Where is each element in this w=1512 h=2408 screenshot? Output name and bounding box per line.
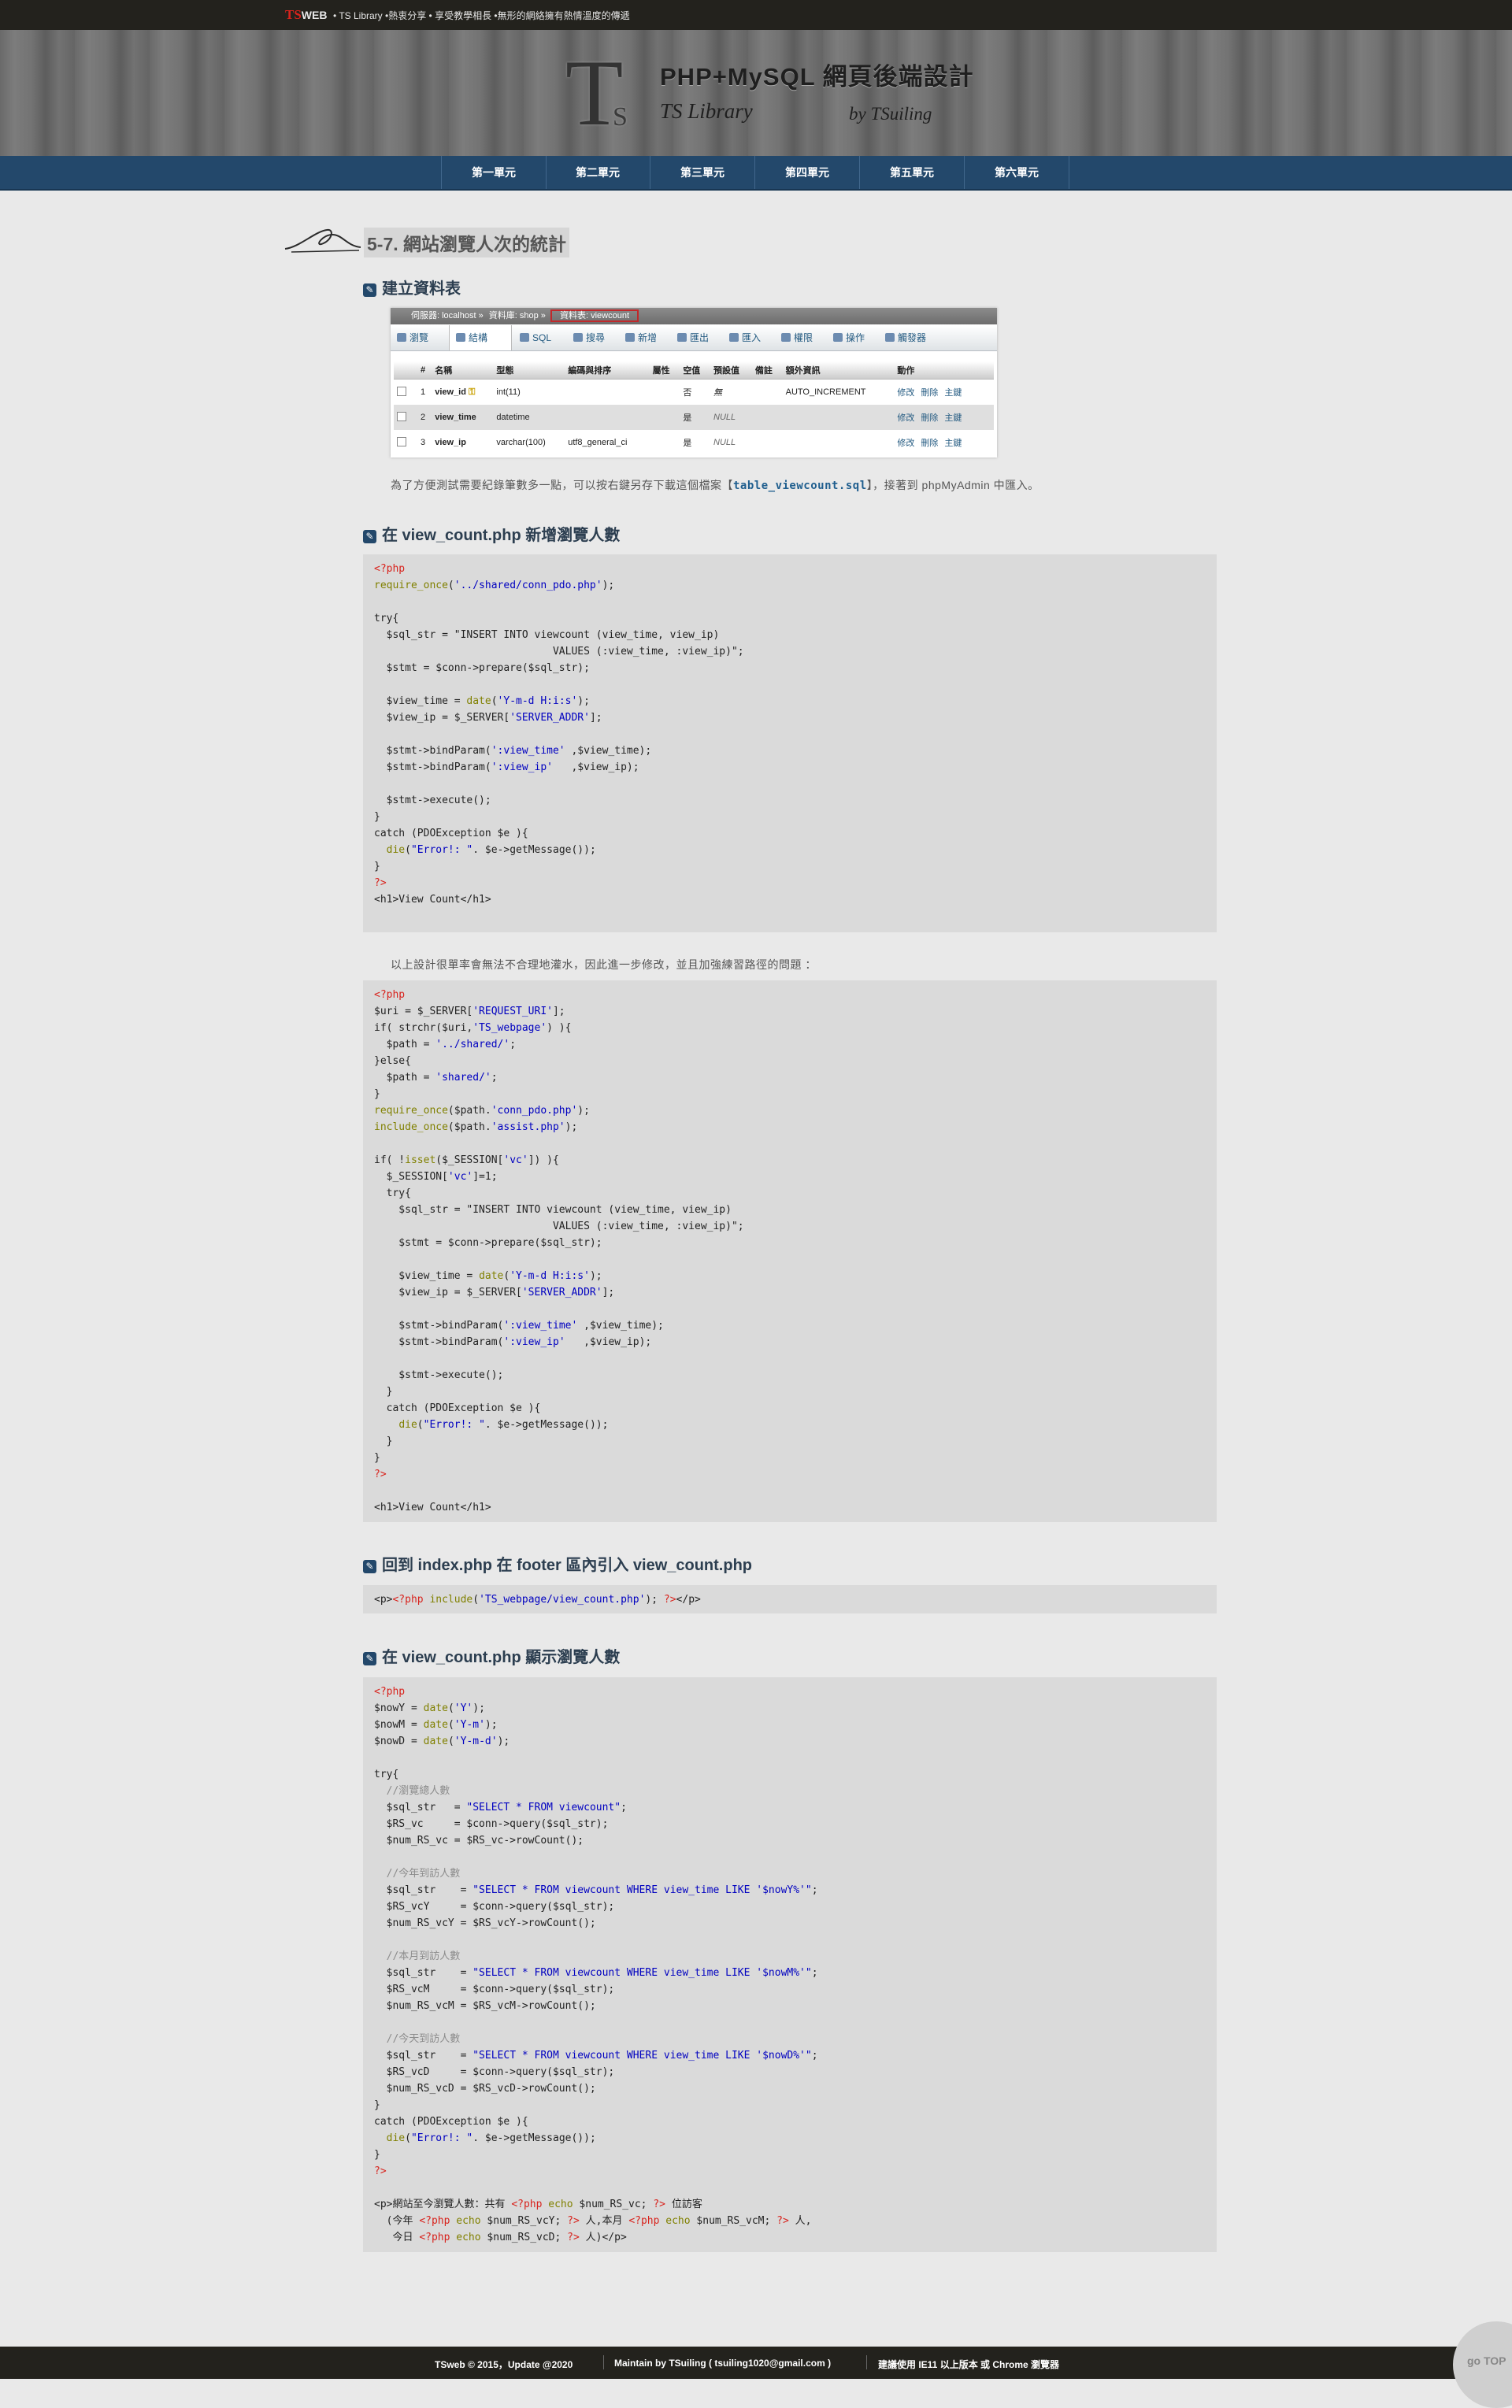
primary-link[interactable]: 主鍵 — [944, 439, 962, 448]
go-top-button[interactable]: go TOP — [1453, 2321, 1512, 2408]
site-title: PHP+MySQL 網頁後端設計 — [660, 63, 974, 91]
table-row: 3 view_ip varchar(100) utf8_general_ci 是… — [394, 430, 994, 455]
privileges-icon — [781, 333, 791, 342]
tab-export[interactable]: 匯出 — [671, 325, 709, 350]
improve-note: 以上設計很單率會無法不合理地灌水，因此進一步修改，並且加強練習路徑的問題 ： — [391, 958, 817, 971]
edit-pen-icon: ✎ — [363, 530, 376, 543]
triggers-icon — [885, 333, 895, 342]
sql-icon — [520, 333, 529, 342]
crumb-table[interactable]: 資料表: viewcount — [550, 309, 639, 322]
tab-structure[interactable]: 結構 — [449, 325, 512, 350]
col-no: # — [417, 361, 432, 380]
section-heading-create-table: ✎ 建立資料表 — [363, 276, 461, 298]
page-title: 5-7. 網站瀏覽人次的統計 — [364, 228, 570, 257]
code-block-session: <?php $uri = $_SERVER['REQUEST_URI']; if… — [363, 980, 1217, 1522]
site-subtitle: TS Library — [660, 99, 753, 123]
edit-link[interactable]: 修改 — [897, 413, 914, 423]
footer: TSweb © 2015，Update @2020 Maintain by TS… — [0, 2347, 1512, 2379]
code-block-insert: <?php require_once('../shared/conn_pdo.p… — [363, 554, 1217, 932]
col-attributes: 屬性 — [649, 361, 680, 380]
tab-sql[interactable]: SQL — [513, 325, 551, 350]
search-icon — [573, 333, 583, 342]
crumb-database[interactable]: 資料庫: shop » — [489, 311, 546, 320]
structure-table: # 名稱 型態 編碼與排序 屬性 空值 預設值 備註 額外資訊 動作 1 vie… — [394, 361, 994, 455]
col-name: 名稱 — [432, 361, 494, 380]
table-row: 1 view_id ⚿ int(11) 否 無 AUTO_INCREMENT 修… — [394, 379, 994, 405]
tab-privileges[interactable]: 權限 — [775, 325, 813, 350]
tab-search[interactable]: 搜尋 — [567, 325, 605, 350]
footer-browser-note: 建議使用 IE11 以上版本 或 Chrome 瀏覽器 — [878, 2359, 1060, 2370]
crumb-server[interactable]: 伺服器: localhost » — [411, 311, 484, 320]
footer-maintainer: Maintain by TSuiling ( tsuiling1020@gmai… — [614, 2358, 832, 2369]
operations-icon — [833, 333, 843, 342]
sql-file-link[interactable]: table_viewcount.sql — [733, 480, 867, 492]
tab-insert[interactable]: 新增 — [619, 325, 657, 350]
section-heading-show-count: ✎ 在 view_count.php 顯示瀏覽人數 — [363, 1644, 620, 1666]
import-icon — [729, 333, 739, 342]
edit-pen-icon: ✎ — [363, 1560, 376, 1573]
drop-link[interactable]: 刪除 — [921, 439, 938, 448]
logo-ts: TS — [285, 7, 302, 22]
tab-triggers[interactable]: 觸發器 — [879, 325, 926, 350]
table-row: 2 view_time datetime 是 NULL 修改 刪除 主鍵 — [394, 405, 994, 430]
col-type: 型態 — [493, 361, 565, 380]
row-checkbox[interactable] — [397, 436, 406, 446]
drop-link[interactable]: 刪除 — [921, 413, 938, 423]
pma-tab-bar: 瀏覽 結構 SQL 搜尋 新增 匯出 匯入 權限 操作 觸發器 — [391, 325, 997, 351]
footer-divider — [603, 2355, 604, 2369]
top-bar: TSWEB • TS Library •熱衷分享 • 享受教學相長 •無形的網絡… — [0, 0, 1512, 30]
primary-link[interactable]: 主鍵 — [944, 388, 962, 398]
ts-emblem-logo: T S — [565, 46, 660, 143]
edit-pen-icon: ✎ — [363, 283, 376, 297]
tab-operations[interactable]: 操作 — [827, 325, 865, 350]
export-icon — [677, 333, 687, 342]
primary-link[interactable]: 主鍵 — [944, 413, 962, 423]
structure-icon — [456, 333, 465, 342]
row-checkbox[interactable] — [397, 386, 406, 396]
logo-web: WEB — [301, 9, 328, 21]
col-action: 動作 — [894, 361, 994, 380]
code-block-include: <p><?php include('TS_webpage/view_count.… — [363, 1585, 1217, 1613]
edit-link[interactable]: 修改 — [897, 388, 914, 398]
swirl-ornament-icon — [284, 228, 361, 253]
nav-item-unit1[interactable]: 第一單元 — [441, 156, 547, 189]
phpmyadmin-screenshot: 伺服器: localhost » 資料庫: shop » 資料表: viewco… — [391, 308, 997, 458]
nav-item-unit3[interactable]: 第三單元 — [650, 156, 755, 189]
tab-import[interactable]: 匯入 — [723, 325, 761, 350]
nav-item-unit5[interactable]: 第五單元 — [860, 156, 965, 189]
code-block-display: <?php $nowY = date('Y'); $nowM = date('Y… — [363, 1677, 1217, 2252]
tagline: • TS Library •熱衷分享 • 享受教學相長 •無形的網絡擁有熱情溫度… — [333, 10, 630, 21]
breadcrumb: 伺服器: localhost » 資料庫: shop » 資料表: viewco… — [391, 308, 997, 324]
page-heading: 5-7. 網站瀏覽人次的統計 — [284, 222, 598, 261]
tab-browse[interactable]: 瀏覽 — [391, 325, 428, 350]
drop-link[interactable]: 刪除 — [921, 388, 938, 398]
nav-item-unit2[interactable]: 第二單元 — [546, 156, 650, 189]
main-nav: 第一單元 第二單元 第三單元 第四單元 第五單元 第六單元 — [0, 156, 1512, 191]
header-banner: T S PHP+MySQL 網頁後端設計 TS Library by TSuil… — [0, 30, 1512, 156]
browse-icon — [397, 333, 406, 342]
section-heading-include-footer: ✎ 回到 index.php 在 footer 區內引入 view_count.p… — [363, 1552, 752, 1574]
col-comment: 備註 — [751, 361, 783, 380]
table-header-row: # 名稱 型態 編碼與排序 屬性 空值 預設值 備註 額外資訊 動作 — [394, 361, 994, 380]
insert-icon — [625, 333, 635, 342]
col-null: 空值 — [680, 361, 711, 380]
col-default: 預設值 — [710, 361, 752, 380]
emblem-letter-s: S — [613, 102, 628, 132]
row-checkbox[interactable] — [397, 411, 406, 421]
nav-item-unit4[interactable]: 第四單元 — [755, 156, 860, 189]
section-heading-add-count: ✎ 在 view_count.php 新增瀏覽人數 — [363, 522, 620, 544]
col-extra: 額外資訊 — [782, 361, 895, 380]
export-note: 為了方便測試需要紀錄筆數多一點，可以按右鍵另存下載這個檔案【table_view… — [391, 479, 1040, 492]
site-byline: by TSuiling — [849, 104, 932, 124]
edit-link[interactable]: 修改 — [897, 439, 914, 448]
primary-key-icon: ⚿ — [469, 387, 476, 397]
edit-pen-icon: ✎ — [363, 1652, 376, 1665]
col-collation: 編碼與排序 — [565, 361, 650, 380]
site-logo[interactable]: TSWEB — [285, 7, 327, 23]
nav-item-unit6[interactable]: 第六單元 — [965, 156, 1069, 189]
footer-copyright: TSweb © 2015，Update @2020 — [435, 2359, 573, 2370]
footer-divider — [866, 2355, 867, 2369]
